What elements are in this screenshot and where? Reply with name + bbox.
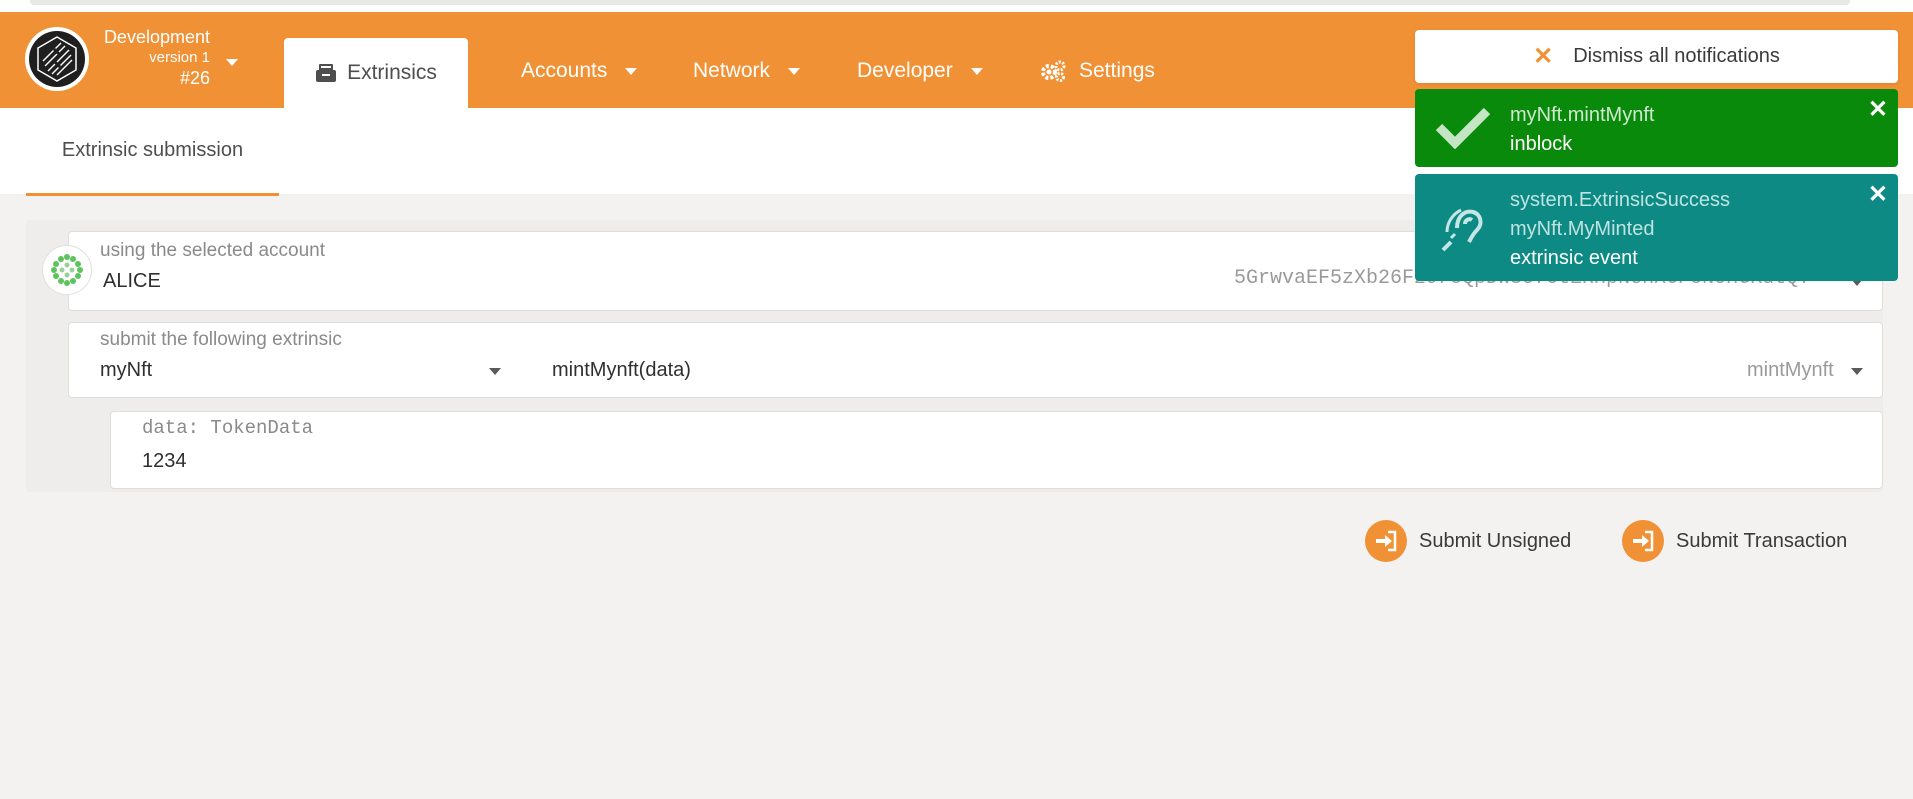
- module-select[interactable]: myNft: [100, 359, 152, 382]
- block-number: #26: [179, 68, 210, 88]
- menu-settings-label: Settings: [1079, 59, 1155, 82]
- chevron-down-icon: [970, 67, 983, 75]
- menu-developer[interactable]: Developer: [857, 59, 983, 83]
- param-data-label: data: TokenData: [142, 417, 314, 439]
- submit-transaction-button[interactable]: Submit Transaction: [1622, 520, 1847, 562]
- extrinsic-selector: submit the following extrinsic myNft min…: [68, 322, 1883, 398]
- menu-network-label: Network: [693, 59, 771, 82]
- menu-network[interactable]: Network: [693, 59, 801, 83]
- sign-in-icon: [1622, 520, 1664, 562]
- notification-extrinsic-event: system.ExtrinsicSuccess myNft.MyMinted e…: [1415, 174, 1898, 281]
- submit-unsigned-button[interactable]: Submit Unsigned: [1365, 520, 1571, 562]
- menu-developer-label: Developer: [857, 59, 953, 82]
- close-icon[interactable]: ✕: [1868, 95, 1888, 124]
- account-selector-label: using the selected account: [100, 240, 325, 261]
- chain-info[interactable]: Development version 1 #26: [98, 26, 210, 89]
- tab-extrinsic-submission[interactable]: Extrinsic submission: [26, 108, 279, 196]
- chain-version: version 1: [149, 49, 210, 66]
- browser-top-strip: [0, 0, 1913, 12]
- notification-inblock: myNft.mintMynft inblock ✕: [1415, 89, 1898, 167]
- dismiss-all-notifications-button[interactable]: ✕ Dismiss all notifications: [1415, 30, 1898, 83]
- param-data-field[interactable]: data: TokenData 1234: [110, 411, 1883, 489]
- chevron-down-icon: [788, 67, 801, 75]
- menu-accounts-label: Accounts: [521, 59, 608, 82]
- identicon-icon: [49, 252, 85, 288]
- close-icon[interactable]: ✕: [1868, 180, 1888, 209]
- chevron-down-icon[interactable]: [1851, 368, 1863, 375]
- notification-title: system.ExtrinsicSuccess: [1510, 189, 1731, 211]
- extrinsic-selector-label: submit the following extrinsic: [100, 329, 342, 350]
- notification-title: myNft.mintMynft: [1510, 104, 1655, 126]
- account-name: ALICE: [103, 270, 161, 292]
- submit-unsigned-label: Submit Unsigned: [1419, 529, 1572, 552]
- notification-status: extrinsic event: [1510, 247, 1638, 269]
- assistive-listening-icon: [1435, 198, 1491, 259]
- chevron-down-icon[interactable]: [489, 368, 501, 375]
- chain-dropdown-caret-icon[interactable]: [226, 59, 238, 66]
- notification-status: inblock: [1510, 133, 1573, 155]
- notification-title-secondary: myNft.MyMinted: [1510, 218, 1655, 240]
- dismiss-all-label: Dismiss all notifications: [1573, 45, 1780, 67]
- menu-accounts[interactable]: Accounts: [521, 59, 638, 83]
- tab-extrinsics[interactable]: Extrinsics: [284, 38, 468, 108]
- param-data-input[interactable]: 1234: [142, 450, 187, 473]
- sign-in-icon: [1365, 520, 1407, 562]
- gears-icon: [1041, 60, 1066, 82]
- extrinsics-icon: [316, 64, 337, 82]
- method-select[interactable]: mintMynft: [1747, 359, 1834, 382]
- check-icon: [1435, 105, 1491, 154]
- close-icon: ✕: [1533, 43, 1554, 70]
- account-identicon: [42, 245, 92, 295]
- menu-settings[interactable]: Settings: [1039, 59, 1155, 83]
- chain-logo[interactable]: [25, 27, 89, 91]
- chain-name: Development: [103, 27, 210, 47]
- chevron-down-icon: [625, 67, 638, 75]
- scrollbar-track: [30, 0, 1850, 5]
- submit-transaction-label: Submit Transaction: [1676, 529, 1848, 552]
- method-signature[interactable]: mintMynft(data): [552, 359, 691, 382]
- substrate-logo-icon: [29, 31, 85, 87]
- tab-extrinsics-label: Extrinsics: [347, 61, 437, 84]
